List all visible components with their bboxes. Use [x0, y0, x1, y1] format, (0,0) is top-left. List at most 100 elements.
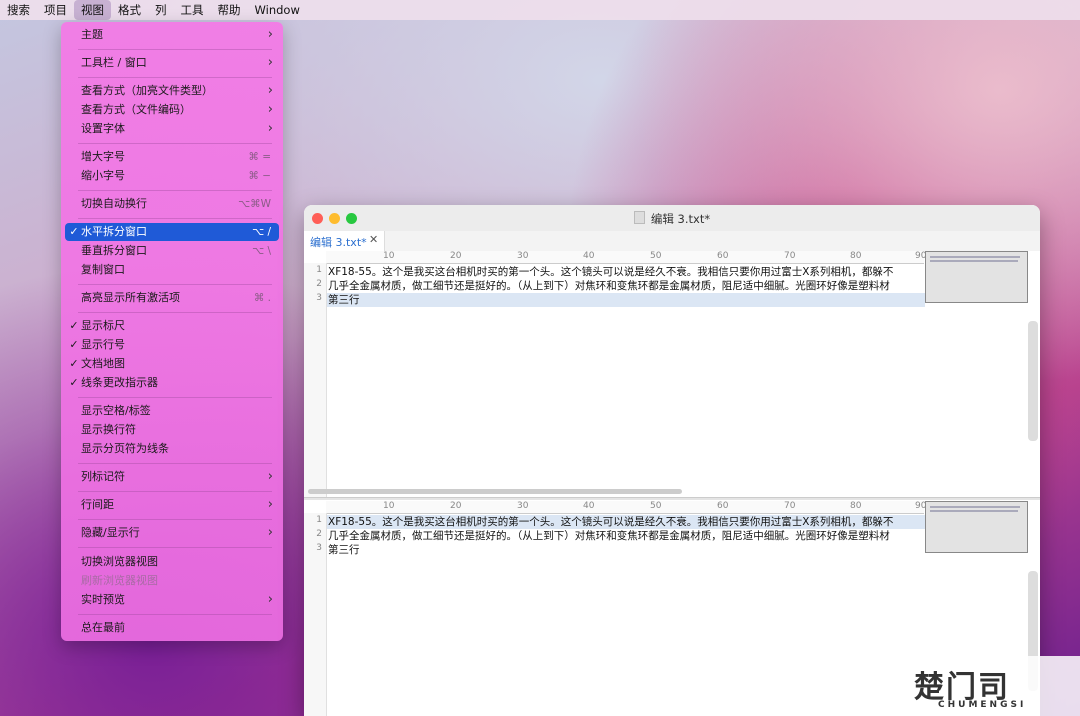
- chevron-right-icon: ›: [267, 102, 273, 117]
- title-bar: 编辑 3.txt*: [304, 205, 1040, 231]
- editor-window: 编辑 3.txt* 编辑 3.txt* ✕ 10 20 30 40 50 60 …: [304, 205, 1040, 716]
- chevron-right-icon: ›: [267, 592, 273, 607]
- text-line[interactable]: XF18-55。这个是我买这台相机时买的第一个头。这个镜头可以说是经久不衰。我相…: [328, 515, 924, 529]
- ruler-mark: 80: [850, 251, 862, 261]
- separator: [78, 218, 272, 219]
- text-line[interactable]: 第三行: [328, 293, 360, 307]
- separator: [78, 312, 272, 313]
- menu-window[interactable]: Window: [248, 0, 307, 20]
- ruler-mark: 40: [583, 251, 595, 261]
- menu-help[interactable]: 帮助: [211, 0, 248, 20]
- menu-item-view-by-encoding[interactable]: 查看方式（文件编码） ›: [65, 101, 279, 119]
- menu-item-set-font[interactable]: 设置字体 ›: [65, 120, 279, 138]
- ruler-mark: 60: [717, 251, 729, 261]
- shortcut: ⌥⌘W: [238, 198, 271, 210]
- menu-item-column-markers[interactable]: 列标记符 ›: [65, 468, 279, 486]
- menu-item-live-preview[interactable]: 实时预览 ›: [65, 591, 279, 609]
- line-number: 2: [316, 529, 322, 539]
- separator: [78, 463, 272, 464]
- close-icon[interactable]: ✕: [369, 233, 378, 246]
- menu-project[interactable]: 项目: [37, 0, 74, 20]
- minimap-line: [930, 256, 1020, 258]
- document-map[interactable]: [925, 501, 1028, 553]
- editor-pane-top[interactable]: 10 20 30 40 50 60 70 80 90 1 2 3 XF18-55…: [304, 251, 1040, 497]
- ruler-mark: 20: [450, 501, 462, 511]
- chevron-right-icon: ›: [267, 525, 273, 540]
- line-number: 3: [316, 543, 322, 553]
- menu-item-highlight-all[interactable]: 高亮显示所有激活项 ⌘ .: [65, 289, 279, 307]
- menu-item-line-spacing[interactable]: 行间距 ›: [65, 496, 279, 514]
- ruler-mark: 80: [850, 501, 862, 511]
- line-number: 1: [316, 515, 322, 525]
- menu-item-duplicate-window[interactable]: 复制窗口: [65, 261, 279, 279]
- menu-item-show-ruler[interactable]: ✓ 显示标尺: [65, 317, 279, 335]
- menu-item-split-vertical[interactable]: 垂直拆分窗口 ⌥ \: [65, 242, 279, 260]
- separator: [78, 397, 272, 398]
- menu-item-show-whitespace[interactable]: 显示空格/标签: [65, 402, 279, 420]
- ruler-mark: 10: [383, 501, 395, 511]
- window-title: 编辑 3.txt*: [304, 211, 1040, 227]
- horizontal-scrollbar[interactable]: [308, 489, 682, 494]
- menu-item-show-line-breaks[interactable]: 显示换行符: [65, 421, 279, 439]
- menu-item-always-on-top[interactable]: 总在最前: [65, 619, 279, 637]
- ruler-mark: 50: [650, 251, 662, 261]
- line-number-gutter: 1 2 3: [304, 263, 327, 497]
- menu-item-show-page-breaks[interactable]: 显示分页符为线条: [65, 440, 279, 458]
- vertical-scrollbar[interactable]: [1028, 321, 1038, 441]
- shortcut: ⌘ .: [253, 292, 271, 304]
- menu-item-increase-font[interactable]: 增大字号 ⌘ =: [65, 148, 279, 166]
- menu-item-toggle-wrap[interactable]: 切换自动换行 ⌥⌘W: [65, 195, 279, 213]
- current-line-highlight: [327, 293, 925, 307]
- ruler-mark: 60: [717, 501, 729, 511]
- chevron-right-icon: ›: [267, 83, 273, 98]
- document-icon: [633, 211, 645, 224]
- separator: [78, 519, 272, 520]
- menu-item-decrease-font[interactable]: 缩小字号 ⌘ −: [65, 167, 279, 185]
- separator: [78, 491, 272, 492]
- menu-tools[interactable]: 工具: [174, 0, 211, 20]
- menu-item-change-indicator[interactable]: ✓ 线条更改指示器: [65, 374, 279, 392]
- tab-label: 编辑 3.txt*: [310, 236, 367, 249]
- line-number-gutter: 1 2 3: [304, 513, 327, 716]
- checkmark-icon: ✓: [69, 338, 79, 351]
- separator: [78, 190, 272, 191]
- shortcut: ⌘ −: [248, 170, 271, 182]
- ruler: 10 20 30 40 50 60 70 80 90: [326, 251, 926, 264]
- ruler-mark: 30: [517, 251, 529, 261]
- text-line[interactable]: 第三行: [328, 543, 360, 557]
- ruler: 10 20 30 40 50 60 70 80 90: [326, 501, 926, 514]
- menu-item-toolbar-window[interactable]: 工具栏 / 窗口 ›: [65, 54, 279, 72]
- text-line[interactable]: 几乎全金属材质，做工细节还是挺好的。（从上到下）对焦环和变焦环都是金属材质，阻尼…: [328, 279, 924, 293]
- menu-item-document-map[interactable]: ✓ 文档地图: [65, 355, 279, 373]
- menu-item-show-line-numbers[interactable]: ✓ 显示行号: [65, 336, 279, 354]
- shortcut: ⌘ =: [248, 151, 271, 163]
- tab-document[interactable]: 编辑 3.txt* ✕: [304, 231, 385, 251]
- text-line[interactable]: XF18-55。这个是我买这台相机时买的第一个头。这个镜头可以说是经久不衰。我相…: [328, 265, 924, 279]
- ruler-mark: 10: [383, 251, 395, 261]
- split-divider[interactable]: [304, 497, 1040, 500]
- chevron-right-icon: ›: [267, 27, 273, 42]
- menu-format[interactable]: 格式: [111, 0, 148, 20]
- menu-search[interactable]: 搜索: [0, 0, 37, 20]
- checkmark-icon: ✓: [69, 225, 79, 238]
- ruler-mark: 20: [450, 251, 462, 261]
- shortcut: ⌥ \: [252, 245, 271, 257]
- ruler-mark: 70: [784, 501, 796, 511]
- separator: [78, 284, 272, 285]
- chevron-right-icon: ›: [267, 497, 273, 512]
- menu-item-hide-show-lines[interactable]: 隐藏/显示行 ›: [65, 524, 279, 542]
- chevron-right-icon: ›: [267, 121, 273, 136]
- text-line[interactable]: 几乎全金属材质，做工细节还是挺好的。（从上到下）对焦环和变焦环都是金属材质，阻尼…: [328, 529, 924, 543]
- separator: [78, 143, 272, 144]
- menu-item-split-horizontal[interactable]: ✓ 水平拆分窗口 ⌥ /: [65, 223, 279, 241]
- separator: [78, 49, 272, 50]
- line-number: 1: [316, 265, 322, 275]
- menu-item-theme[interactable]: 主题 ›: [65, 26, 279, 44]
- menu-column[interactable]: 列: [148, 0, 174, 20]
- menu-item-toggle-browser-view[interactable]: 切换浏览器视图: [65, 553, 279, 571]
- menu-view[interactable]: 视图: [74, 0, 111, 20]
- menu-item-view-by-filetype[interactable]: 查看方式（加亮文件类型） ›: [65, 82, 279, 100]
- document-map[interactable]: [925, 251, 1028, 303]
- checkmark-icon: ✓: [69, 319, 79, 332]
- menu-item-refresh-browser-view: 刷新浏览器视图: [81, 574, 158, 587]
